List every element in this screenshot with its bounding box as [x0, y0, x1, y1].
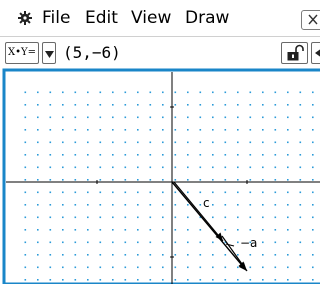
menu-view[interactable]: View [131, 8, 171, 28]
graph-area[interactable]: c −a [0, 68, 320, 284]
menu-edit[interactable]: Edit [85, 8, 118, 28]
vector-neg-a-label: −a [240, 236, 257, 250]
entry-dropdown-button[interactable] [42, 42, 56, 64]
xy-mode-button[interactable]: X•Y= [5, 42, 39, 64]
coordinate-entry-field[interactable]: (5,−6) [59, 41, 279, 65]
close-icon [308, 14, 318, 25]
menu-draw[interactable]: Draw [185, 8, 229, 28]
lock-button[interactable] [281, 42, 308, 64]
dot-grid [22, 87, 320, 284]
app-window: File Edit View Draw X•Y= (5,−6) c −a [0, 0, 320, 284]
gear-icon[interactable] [18, 11, 32, 25]
entry-toolbar: X•Y= (5,−6) [0, 36, 320, 68]
triangle-left-icon [315, 49, 320, 57]
menu-bar: File Edit View Draw [0, 0, 320, 36]
scroll-left-button[interactable] [311, 42, 320, 64]
vector-c-label: c [203, 196, 210, 210]
menu-file[interactable]: File [42, 8, 70, 28]
close-button[interactable] [301, 10, 320, 30]
triangle-down-icon [45, 51, 54, 58]
graph-canvas[interactable]: c −a [0, 68, 320, 284]
padlock-open-icon [287, 44, 304, 61]
